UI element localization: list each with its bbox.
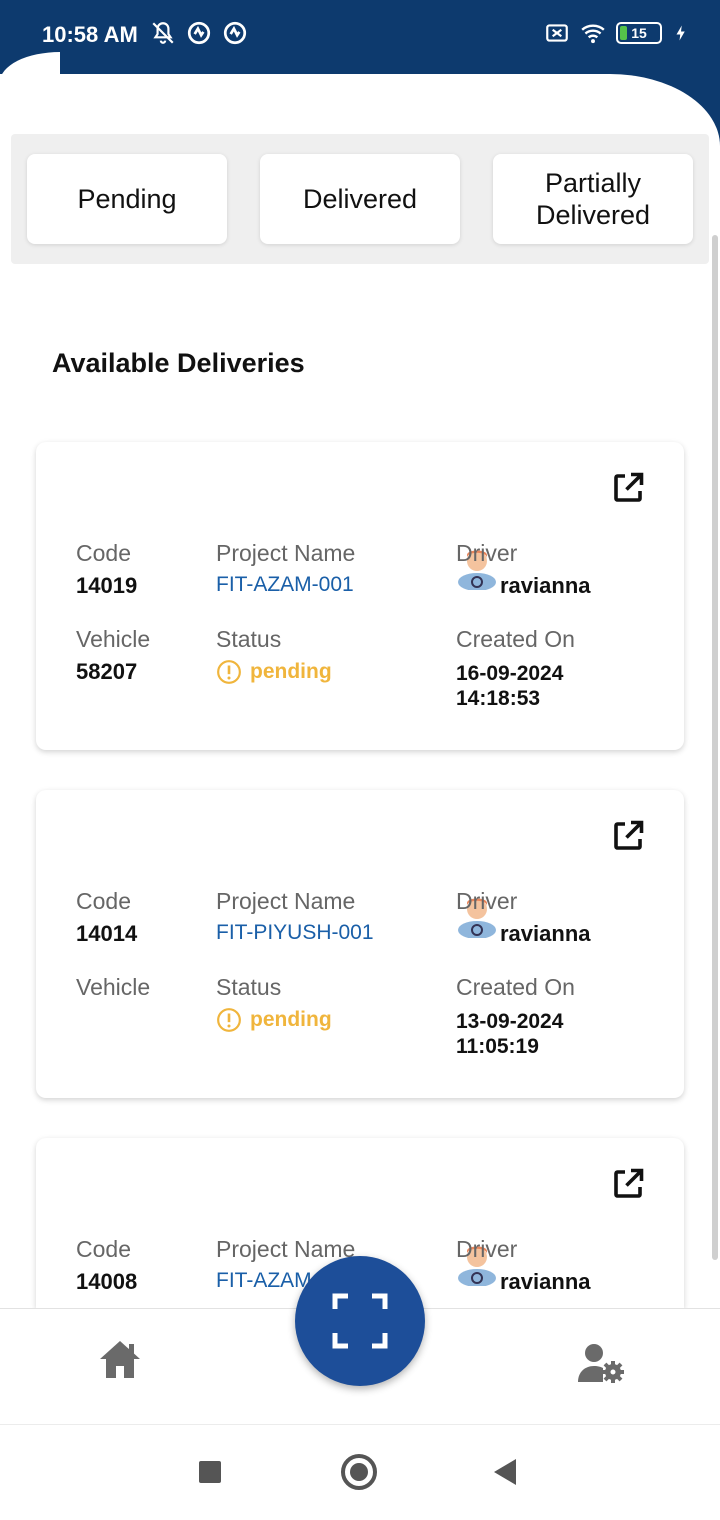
project-name-label: Project Name xyxy=(216,540,356,566)
scan-button[interactable] xyxy=(295,1256,425,1386)
open-external-icon[interactable] xyxy=(610,818,646,854)
delivery-card[interactable]: Code 14019 Project Name FIT-AZAM-001 Dri… xyxy=(36,442,684,750)
created-on-label: Created On xyxy=(456,974,575,1000)
home-button[interactable] xyxy=(341,1454,377,1490)
status-badge: pending xyxy=(216,659,332,685)
sync-icon xyxy=(187,21,211,45)
user-settings-icon[interactable] xyxy=(576,1342,626,1384)
status-label: Status xyxy=(216,974,282,1000)
section-title: Available Deliveries xyxy=(52,348,305,378)
status-bar: 10:58 AM 15 xyxy=(0,0,720,82)
tab-label: Partially Delivered xyxy=(535,168,651,230)
sim-off-icon xyxy=(546,24,568,42)
vehicle-label: Vehicle xyxy=(76,974,151,1000)
driver-label: Driver xyxy=(456,540,518,566)
created-date: 13-09-2024 xyxy=(456,1010,564,1033)
code-label: Code xyxy=(76,540,131,566)
created-date: 16-09-2024 xyxy=(456,662,564,685)
project-name-label: Project Name xyxy=(216,1236,356,1262)
driver-label: Driver xyxy=(456,1236,518,1262)
driver-label: Driver xyxy=(456,888,518,914)
tab-delivered[interactable]: Delivered xyxy=(260,154,460,244)
vehicle-value: 58207 xyxy=(76,659,138,684)
charging-icon xyxy=(676,25,685,41)
created-time: 14:18:53 xyxy=(456,687,541,710)
code-value: 14014 xyxy=(76,921,138,946)
home-icon[interactable] xyxy=(97,1338,143,1380)
back-button[interactable] xyxy=(494,1459,516,1485)
project-name-link[interactable]: FIT-PIYUSH-001 xyxy=(216,921,374,945)
vehicle-label: Vehicle xyxy=(76,626,151,652)
code-value: 14019 xyxy=(76,573,138,598)
bell-off-icon xyxy=(152,22,174,44)
status-filter-tabs: Pending Delivered Partially Delivered xyxy=(11,134,709,264)
status-time: 10:58 AM xyxy=(42,22,138,47)
project-name-label: Project Name xyxy=(216,888,356,914)
warning-icon xyxy=(217,660,241,684)
code-label: Code xyxy=(76,1236,131,1262)
scan-icon xyxy=(332,1293,388,1349)
sync-icon xyxy=(223,21,247,45)
wifi-icon xyxy=(581,24,605,44)
status-label: Status xyxy=(216,626,282,652)
code-label: Code xyxy=(76,888,131,914)
tab-partially-delivered[interactable]: Partially Delivered xyxy=(493,154,693,244)
delivery-card[interactable]: Code 14014 Project Name FIT-PIYUSH-001 D… xyxy=(36,790,684,1098)
project-name-link[interactable]: FIT-AZAM-001 xyxy=(216,573,355,597)
battery-icon: 15 xyxy=(616,22,662,44)
status-value: pending xyxy=(250,660,332,683)
status-value: pending xyxy=(250,1008,332,1031)
driver-value: ravianna xyxy=(500,1269,591,1294)
status-badge: pending xyxy=(216,1007,332,1033)
recents-button[interactable] xyxy=(199,1461,221,1483)
battery-level: 15 xyxy=(631,25,647,41)
driver-value: ravianna xyxy=(500,573,591,598)
scrollbar[interactable] xyxy=(712,235,718,1260)
created-on-label: Created On xyxy=(456,626,575,652)
warning-icon xyxy=(217,1008,241,1032)
tab-pending[interactable]: Pending xyxy=(27,154,227,244)
open-external-icon[interactable] xyxy=(610,1166,646,1202)
open-external-icon[interactable] xyxy=(610,470,646,506)
created-time: 11:05:19 xyxy=(456,1035,539,1058)
driver-value: ravianna xyxy=(500,921,591,946)
code-value: 14008 xyxy=(76,1269,138,1294)
